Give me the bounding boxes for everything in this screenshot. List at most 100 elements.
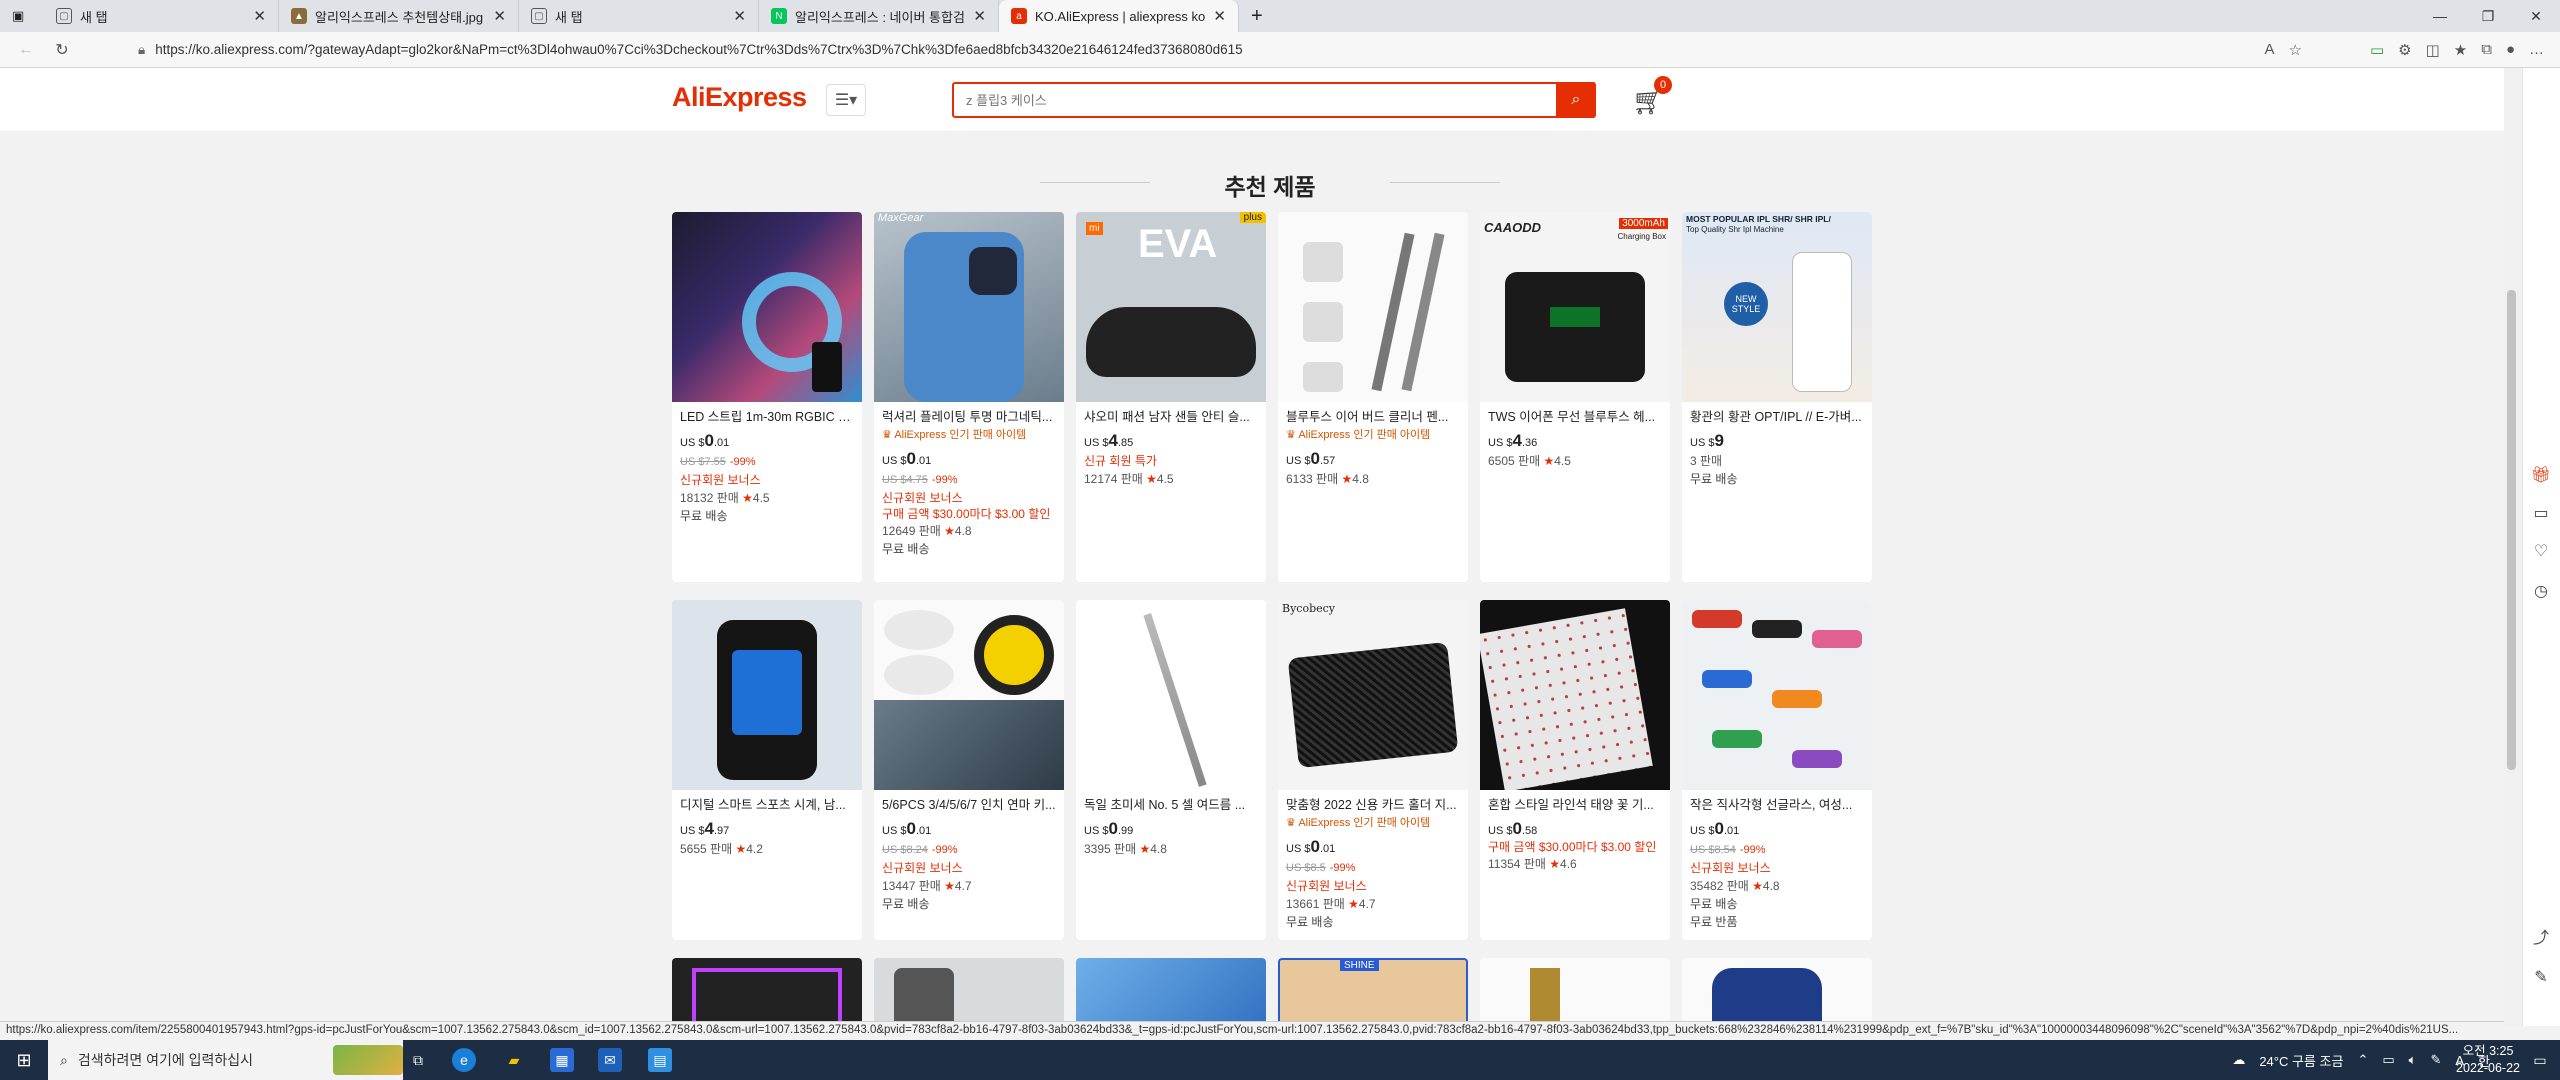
taskbar-search[interactable]: ⌕ 검색하려면 여기에 입력하십시	[48, 1040, 403, 1080]
favorite-add-icon[interactable]: ☆	[2288, 41, 2301, 59]
product-name[interactable]: 맞춤형 2022 신용 카드 홀더 지...	[1286, 796, 1460, 814]
category-menu-icon[interactable]: ☰▾	[826, 84, 866, 116]
coupon-icon[interactable]: ▭	[2530, 502, 2552, 524]
more-icon[interactable]: …	[2529, 41, 2544, 59]
minimize-icon[interactable]: —	[2416, 0, 2464, 32]
product-image[interactable]: MOST POPULAR IPL SHR/ SHR IPL/ Top Quali…	[1682, 212, 1872, 402]
new-tab-button[interactable]: +	[1239, 0, 1275, 32]
product-image[interactable]	[1682, 600, 1872, 790]
product-card[interactable]: SHINE	[1278, 958, 1468, 1026]
weather-icon[interactable]: ☁	[2232, 1052, 2245, 1068]
product-card[interactable]	[1480, 958, 1670, 1026]
product-card[interactable]: 혼합 스타일 라인석 태양 꽃 기... US $0.58 구매 금액 $30.…	[1480, 600, 1670, 940]
product-name[interactable]: 혼합 스타일 라인석 태양 꽃 기...	[1488, 796, 1662, 814]
product-image[interactable]: MaxGear	[874, 212, 1064, 402]
aliexpress-logo[interactable]: AliExpress	[672, 82, 807, 113]
volume-icon[interactable]: 🔈︎	[2409, 1052, 2417, 1068]
product-card[interactable]: MOST POPULAR IPL SHR/ SHR IPL/ Top Quali…	[1682, 212, 1872, 582]
product-image[interactable]	[672, 212, 862, 402]
favorites-icon[interactable]: ★	[2454, 41, 2467, 59]
refresh-icon[interactable]: ↻	[44, 40, 80, 60]
product-name[interactable]: 황관의 황관 OPT/IPL // E-가벼...	[1690, 408, 1864, 426]
share-icon[interactable]: ⤴	[2530, 925, 2552, 947]
mail-icon[interactable]: ✉	[598, 1048, 622, 1072]
clock[interactable]: 오전 3:25 2022-06-22	[2456, 1043, 2520, 1077]
chevron-up-icon[interactable]: ⌃	[2357, 1052, 2368, 1068]
close-icon[interactable]: ✕	[493, 7, 506, 25]
product-image[interactable]	[1076, 600, 1266, 790]
product-card[interactable]: Bycobecy 맞춤형 2022 신용 카드 홀더 지... ♛ AliExp…	[1278, 600, 1468, 940]
product-card[interactable]: mi plus EVA 샤오미 패션 남자 샌들 안티 슬... US $4.8…	[1076, 212, 1266, 582]
tab-2[interactable]: ▲ 알리익스프레스 추천템상태.jpg ✕	[279, 0, 519, 32]
tab-5-active[interactable]: a KO.AliExpress | aliexpress korean ✕	[999, 0, 1239, 32]
product-name[interactable]: 작은 직사각형 선글라스, 여성...	[1690, 796, 1864, 814]
search-icon[interactable]: ⌕	[1556, 82, 1596, 118]
product-name[interactable]: 디지털 스마트 스포츠 시계, 남...	[680, 796, 854, 814]
discount: -99%	[729, 456, 756, 468]
read-aloud-icon[interactable]: A	[2264, 41, 2274, 59]
task-view-icon[interactable]: ⧉	[406, 1048, 430, 1072]
product-name[interactable]: 샤오미 패션 남자 샌들 안티 슬...	[1084, 408, 1258, 426]
product-image[interactable]	[1480, 600, 1670, 790]
wishlist-icon[interactable]: ♡	[2530, 540, 2552, 562]
profile-icon[interactable]: ●	[2506, 41, 2515, 59]
product-card[interactable]	[1682, 958, 1872, 1026]
product-card[interactable]: 5/6PCS 3/4/5/6/7 인치 연마 키... US $0.01 US …	[874, 600, 1064, 940]
product-name[interactable]: 블루투스 이어 버드 클리너 펜...	[1286, 408, 1460, 426]
file-explorer-icon[interactable]: ▰	[502, 1048, 526, 1072]
tab-4[interactable]: N 알리익스프레스 : 네이버 통합검 ✕	[759, 0, 999, 32]
close-icon[interactable]: ✕	[733, 7, 746, 25]
split-icon[interactable]: ◫	[2426, 41, 2440, 59]
taskbar-search-placeholder: 검색하려면 여기에 입력하십시	[77, 1052, 254, 1068]
weather-text[interactable]: 24°C 구름 조금	[2259, 1051, 2343, 1070]
product-card[interactable]: CAAODD 3000mAh Charging Box TWS 이어폰 무선 블…	[1480, 212, 1670, 582]
tab-1[interactable]: ▢ 새 탭 ✕	[44, 0, 279, 32]
network-icon[interactable]: ▭	[2382, 1052, 2394, 1068]
product-card[interactable]: 작은 직사각형 선글라스, 여성... US $0.01 US $8.54 -99…	[1682, 600, 1872, 940]
app-icon[interactable]: ▤	[648, 1048, 672, 1072]
product-card[interactable]: 디지털 스마트 스포츠 시계, 남... US $4.97 5655 판매 ★4…	[672, 600, 862, 940]
close-window-icon[interactable]: ✕	[2512, 0, 2560, 32]
product-name[interactable]: TWS 이어폰 무선 블루투스 헤...	[1488, 408, 1662, 426]
product-image[interactable]	[672, 600, 862, 790]
product-name[interactable]: 럭셔리 플레이팅 투명 마그네틱...	[882, 408, 1056, 426]
tab-title: KO.AliExpress | aliexpress korean	[1035, 8, 1206, 24]
windows-start-icon[interactable]: ⊞	[12, 1048, 36, 1072]
product-image[interactable]	[874, 600, 1064, 790]
close-icon[interactable]: ✕	[253, 7, 266, 25]
product-name[interactable]: 독일 초미세 No. 5 셀 여드름 ...	[1084, 796, 1258, 814]
restore-icon[interactable]: ❐	[2464, 0, 2512, 32]
search-input[interactable]	[954, 84, 1554, 116]
notification-icon[interactable]: ▭	[2528, 1048, 2552, 1072]
edit-icon[interactable]: ✎	[2530, 966, 2552, 988]
product-image[interactable]: Bycobecy	[1278, 600, 1468, 790]
product-image[interactable]: CAAODD 3000mAh Charging Box	[1480, 212, 1670, 402]
product-name[interactable]: 5/6PCS 3/4/5/6/7 인치 연마 키...	[882, 796, 1056, 814]
product-card[interactable]	[672, 958, 862, 1026]
scrollbar-thumb[interactable]	[2507, 290, 2516, 770]
pen-icon[interactable]: ✎	[2430, 1052, 2441, 1068]
gift-icon[interactable]: 🎁︎	[2530, 464, 2552, 486]
product-card[interactable]: 블루투스 이어 버드 클리너 펜... ♛ AliExpress 인기 판매 아…	[1278, 212, 1468, 582]
close-icon[interactable]: ✕	[973, 7, 986, 25]
extensions-icon[interactable]: ⚙	[2398, 41, 2411, 59]
tab-3[interactable]: ▢ 새 탭 ✕	[519, 0, 759, 32]
edge-icon[interactable]: e	[452, 1048, 476, 1072]
product-card[interactable]	[1076, 958, 1266, 1026]
collections-icon[interactable]: ⧉	[2481, 41, 2492, 59]
back-icon[interactable]: ←	[8, 41, 44, 59]
history-icon[interactable]: ◷	[2530, 580, 2552, 602]
product-card[interactable]: LED 스트립 1m-30m RGBIC WiFi... US $0.01 US…	[672, 212, 862, 582]
close-icon[interactable]: ✕	[1213, 7, 1226, 25]
product-card[interactable]: MaxGear 럭셔리 플레이팅 투명 마그네틱... ♛ AliExpress…	[874, 212, 1064, 582]
store-icon[interactable]: ▦	[550, 1048, 574, 1072]
product-image[interactable]	[1278, 212, 1468, 402]
product-name[interactable]: LED 스트립 1m-30m RGBIC WiFi...	[680, 408, 854, 426]
url-field[interactable]: 🔒︎ https://ko.aliexpress.com/?gatewayAda…	[88, 36, 2264, 64]
product-card[interactable]	[874, 958, 1064, 1026]
extension-icon[interactable]: ▭	[2370, 41, 2384, 59]
tab-actions-icon[interactable]: ▣	[0, 0, 44, 32]
product-card[interactable]: 독일 초미세 No. 5 셀 여드름 ... US $0.99 3395 판매 …	[1076, 600, 1266, 940]
product-image[interactable]: mi plus EVA	[1076, 212, 1266, 402]
url-text: https://ko.aliexpress.com/?gatewayAdapt=…	[155, 42, 1243, 57]
